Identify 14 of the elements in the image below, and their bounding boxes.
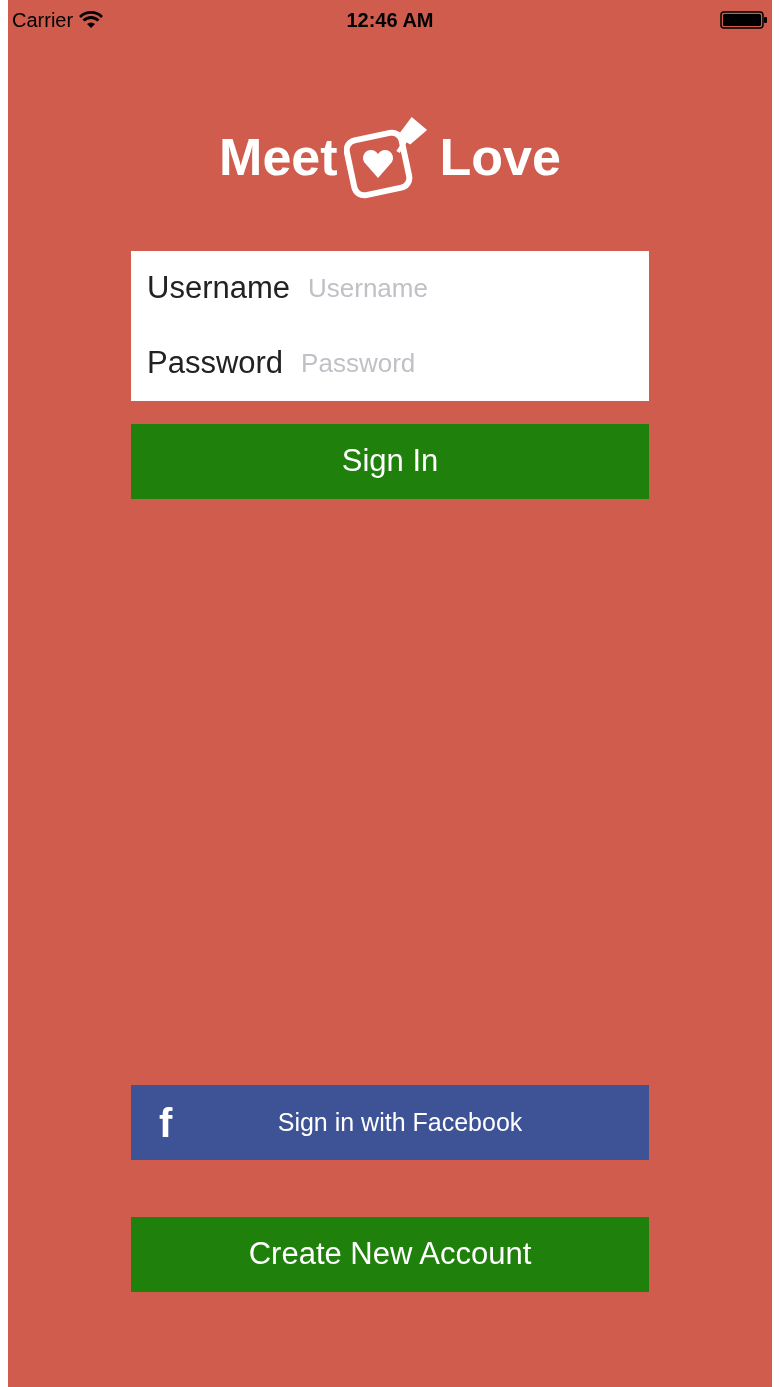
clock-time: 12:46 AM: [346, 8, 434, 33]
input-field[interactable]: Password: [301, 344, 637, 383]
field-label: Password: [147, 344, 284, 383]
sign-in-button[interactable]: Sign In: [131, 424, 649, 499]
facebook-icon: f: [159, 1092, 173, 1153]
field-label: Username: [147, 269, 290, 308]
create-account-button[interactable]: Create New Account: [131, 1217, 649, 1292]
facebook-button[interactable]: f Sign in with Facebook: [131, 1085, 649, 1160]
carrier-label: Carrier: [12, 8, 74, 33]
logo-text: Meet: [219, 127, 338, 188]
wifi-icon: [79, 11, 104, 29]
logo-text: Love: [439, 127, 561, 188]
input-field[interactable]: Username: [308, 269, 643, 308]
battery-icon: [720, 11, 768, 29]
